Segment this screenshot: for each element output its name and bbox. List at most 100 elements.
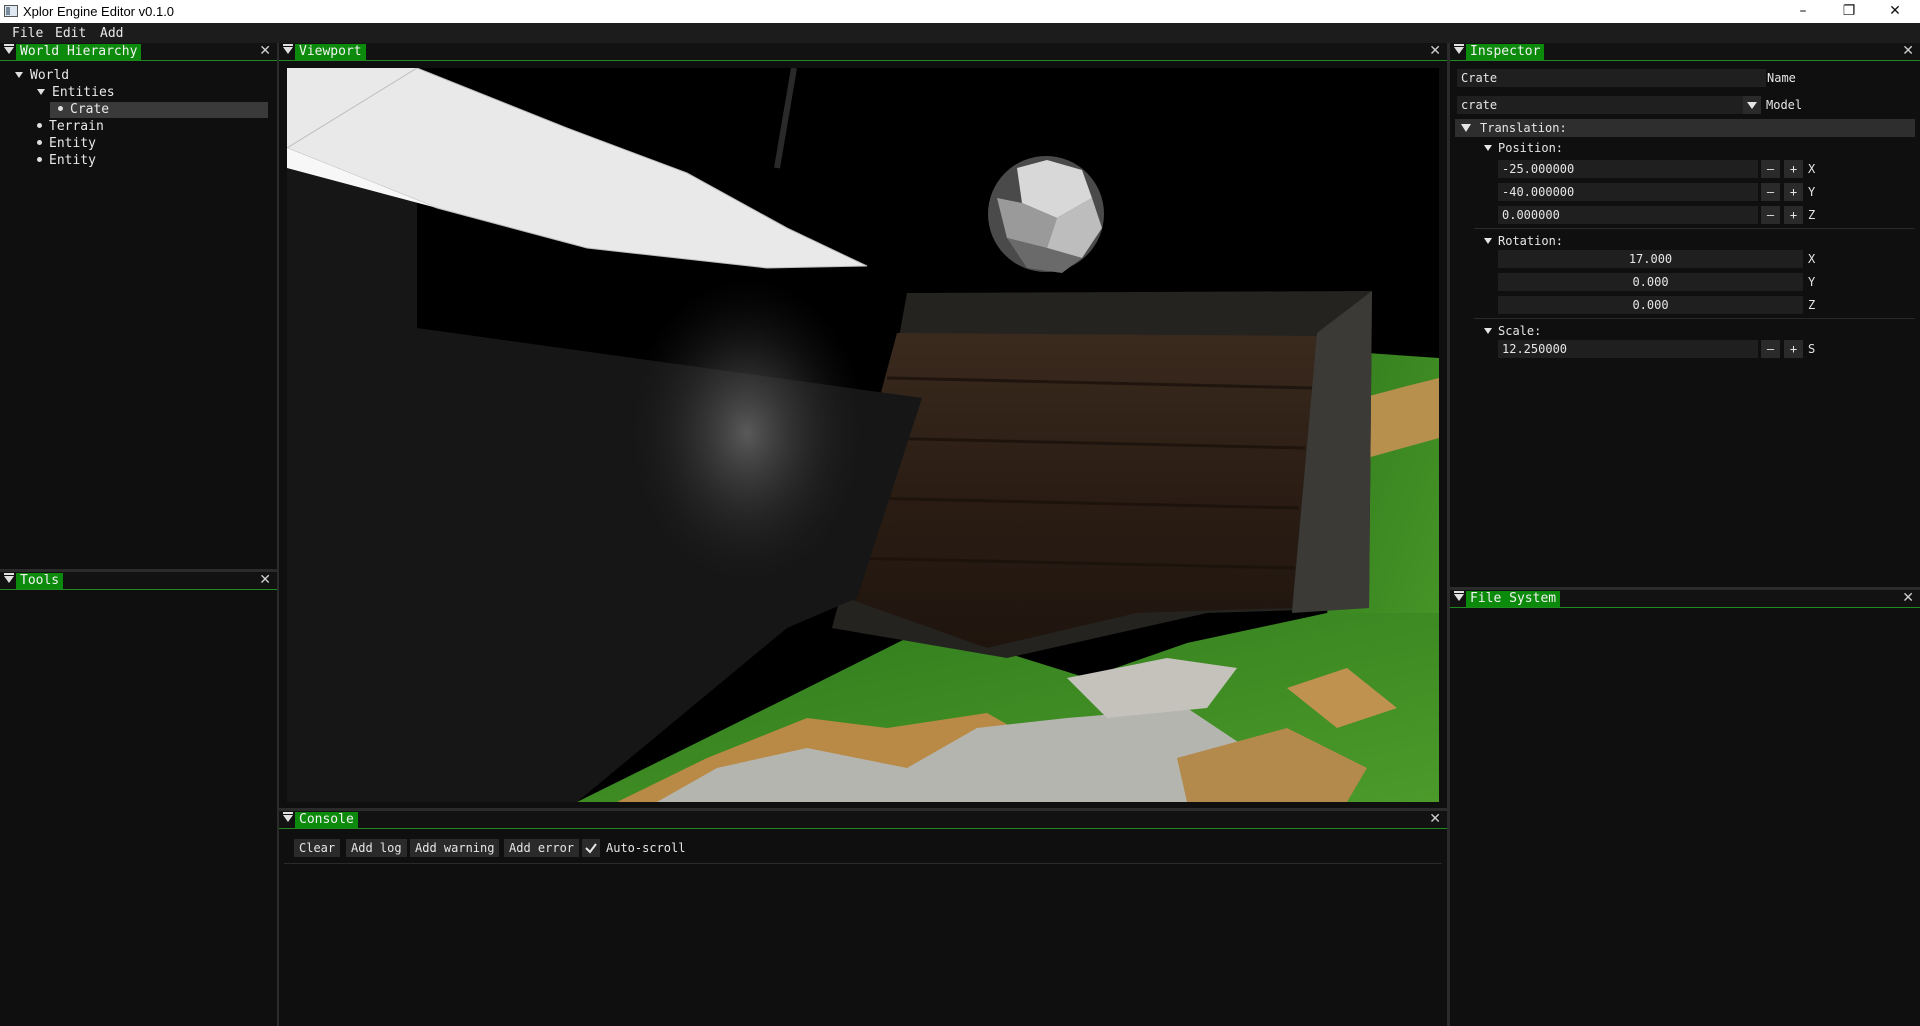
collapse-icon[interactable]	[1454, 44, 1464, 54]
viewport-3d-scene[interactable]	[287, 68, 1439, 802]
collapse-icon[interactable]	[283, 44, 293, 54]
menu-file[interactable]: File	[12, 26, 43, 41]
tools-panel: Tools ✕	[0, 572, 277, 1026]
panel-tab-world-hierarchy[interactable]: World Hierarchy	[16, 44, 142, 60]
expand-triangle-icon[interactable]	[15, 72, 23, 78]
axis-z-label: Z	[1808, 208, 1816, 222]
console-panel: Console ✕ Clear Add log Add warning Add …	[279, 811, 1447, 1026]
entity-name-input[interactable]: Crate	[1457, 69, 1766, 87]
tree-item-label: Crate	[70, 102, 110, 117]
position-y-decrement[interactable]: –	[1761, 183, 1780, 201]
expand-triangle-icon[interactable]	[1484, 237, 1492, 245]
axis-y-label: Y	[1808, 185, 1816, 199]
position-y-increment[interactable]: +	[1784, 183, 1803, 201]
expand-triangle-icon[interactable]	[37, 89, 45, 95]
axis-z-label: Z	[1808, 298, 1816, 312]
inspector-panel: Inspector ✕ Crate Name crate Model Trans…	[1450, 43, 1920, 587]
rotation-y-input[interactable]: 0.000	[1498, 273, 1803, 291]
collapse-icon[interactable]	[4, 573, 14, 583]
scale-increment[interactable]: +	[1784, 340, 1803, 358]
panel-tab-tools[interactable]: Tools	[16, 573, 64, 589]
panel-header: Tools ✕	[0, 572, 277, 590]
model-label: Model	[1766, 98, 1803, 112]
add-error-button[interactable]: Add error	[504, 839, 580, 857]
name-label: Name	[1767, 71, 1796, 85]
tree-item-world[interactable]: World	[15, 68, 69, 84]
expand-triangle-icon[interactable]	[1484, 327, 1492, 335]
close-icon[interactable]: ✕	[259, 572, 271, 588]
splitter-hierarchy-tools[interactable]	[0, 569, 277, 572]
expand-triangle-icon[interactable]	[1484, 144, 1492, 152]
panel-header: World Hierarchy ✕	[0, 43, 277, 61]
tree-item-label: Entity	[49, 136, 96, 151]
expand-triangle-icon[interactable]	[1461, 123, 1471, 133]
panel-tab-file-system[interactable]: File System	[1466, 591, 1561, 607]
scale-input[interactable]: 12.250000	[1498, 340, 1758, 358]
position-z-input[interactable]: 0.000000	[1498, 206, 1758, 224]
tree-item-terrain[interactable]: Terrain	[37, 119, 104, 135]
model-select[interactable]: crate	[1457, 96, 1753, 114]
close-icon[interactable]: ✕	[1429, 811, 1441, 827]
position-x-input[interactable]: -25.000000	[1498, 160, 1758, 178]
bullet-icon	[37, 140, 42, 145]
rotation-x-input[interactable]: 17.000	[1498, 250, 1803, 268]
menu-edit[interactable]: Edit	[55, 26, 86, 41]
tree-item-entity[interactable]: Entity	[37, 136, 96, 152]
close-icon[interactable]: ✕	[259, 43, 271, 59]
axis-x-label: X	[1808, 252, 1816, 266]
panel-header: Viewport ✕	[279, 43, 1447, 61]
position-z-decrement[interactable]: –	[1761, 206, 1780, 224]
bullet-icon	[37, 157, 42, 162]
add-warning-button[interactable]: Add warning	[410, 839, 500, 857]
file-system-panel: File System ✕	[1450, 590, 1920, 1026]
scale-decrement[interactable]: –	[1761, 340, 1780, 358]
console-separator	[284, 863, 1442, 864]
collapse-icon[interactable]	[283, 812, 293, 822]
section-separator	[1474, 228, 1915, 229]
scene-render	[287, 68, 1439, 802]
add-log-button[interactable]: Add log	[346, 839, 407, 857]
minimize-button[interactable]: –	[1780, 0, 1826, 23]
panel-header: File System ✕	[1450, 590, 1920, 608]
collapse-icon[interactable]	[4, 44, 14, 54]
translation-label: Translation:	[1480, 121, 1567, 135]
tree-item-entity[interactable]: Entity	[37, 153, 96, 169]
dropdown-arrow-icon[interactable]	[1743, 96, 1761, 114]
close-icon[interactable]: ✕	[1902, 590, 1914, 606]
panel-header: Inspector ✕	[1450, 43, 1920, 61]
close-window-button[interactable]: ✕	[1872, 0, 1918, 23]
panel-tab-console[interactable]: Console	[295, 812, 358, 828]
position-x-decrement[interactable]: –	[1761, 160, 1780, 178]
panel-tab-inspector[interactable]: Inspector	[1466, 44, 1545, 60]
menu-add[interactable]: Add	[100, 26, 123, 41]
tree-item-label: Entity	[49, 153, 96, 168]
bullet-icon	[58, 106, 63, 111]
tree-item-label: Terrain	[49, 119, 104, 134]
auto-scroll-label: Auto-scroll	[606, 841, 686, 855]
axis-y-label: Y	[1808, 275, 1816, 289]
tree-item-crate[interactable]: Crate	[50, 102, 268, 118]
clear-button[interactable]: Clear	[294, 839, 341, 857]
close-icon[interactable]: ✕	[1902, 43, 1914, 59]
section-separator	[1474, 318, 1915, 319]
panel-tab-viewport[interactable]: Viewport	[295, 44, 366, 60]
rotation-z-input[interactable]: 0.000	[1498, 296, 1803, 314]
tree-item-label: Entities	[52, 85, 115, 100]
position-y-input[interactable]: -40.000000	[1498, 183, 1758, 201]
axis-s-label: S	[1808, 342, 1816, 356]
rotation-label: Rotation:	[1498, 234, 1564, 248]
restore-button[interactable]: ❐	[1826, 0, 1872, 23]
scale-label: Scale:	[1498, 324, 1542, 338]
position-z-increment[interactable]: +	[1784, 206, 1803, 224]
app-icon	[4, 5, 18, 17]
auto-scroll-checkbox[interactable]	[582, 839, 600, 857]
collapse-icon[interactable]	[1454, 591, 1464, 601]
tree-item-label: World	[30, 68, 70, 83]
tree-item-entities[interactable]: Entities	[37, 85, 115, 101]
position-x-increment[interactable]: +	[1784, 160, 1803, 178]
panel-header: Console ✕	[279, 811, 1447, 829]
window-title: Xplor Engine Editor v0.1.0	[23, 4, 175, 19]
close-icon[interactable]: ✕	[1429, 43, 1441, 59]
position-label: Position:	[1498, 141, 1564, 155]
translation-header[interactable]: Translation:	[1455, 119, 1915, 137]
